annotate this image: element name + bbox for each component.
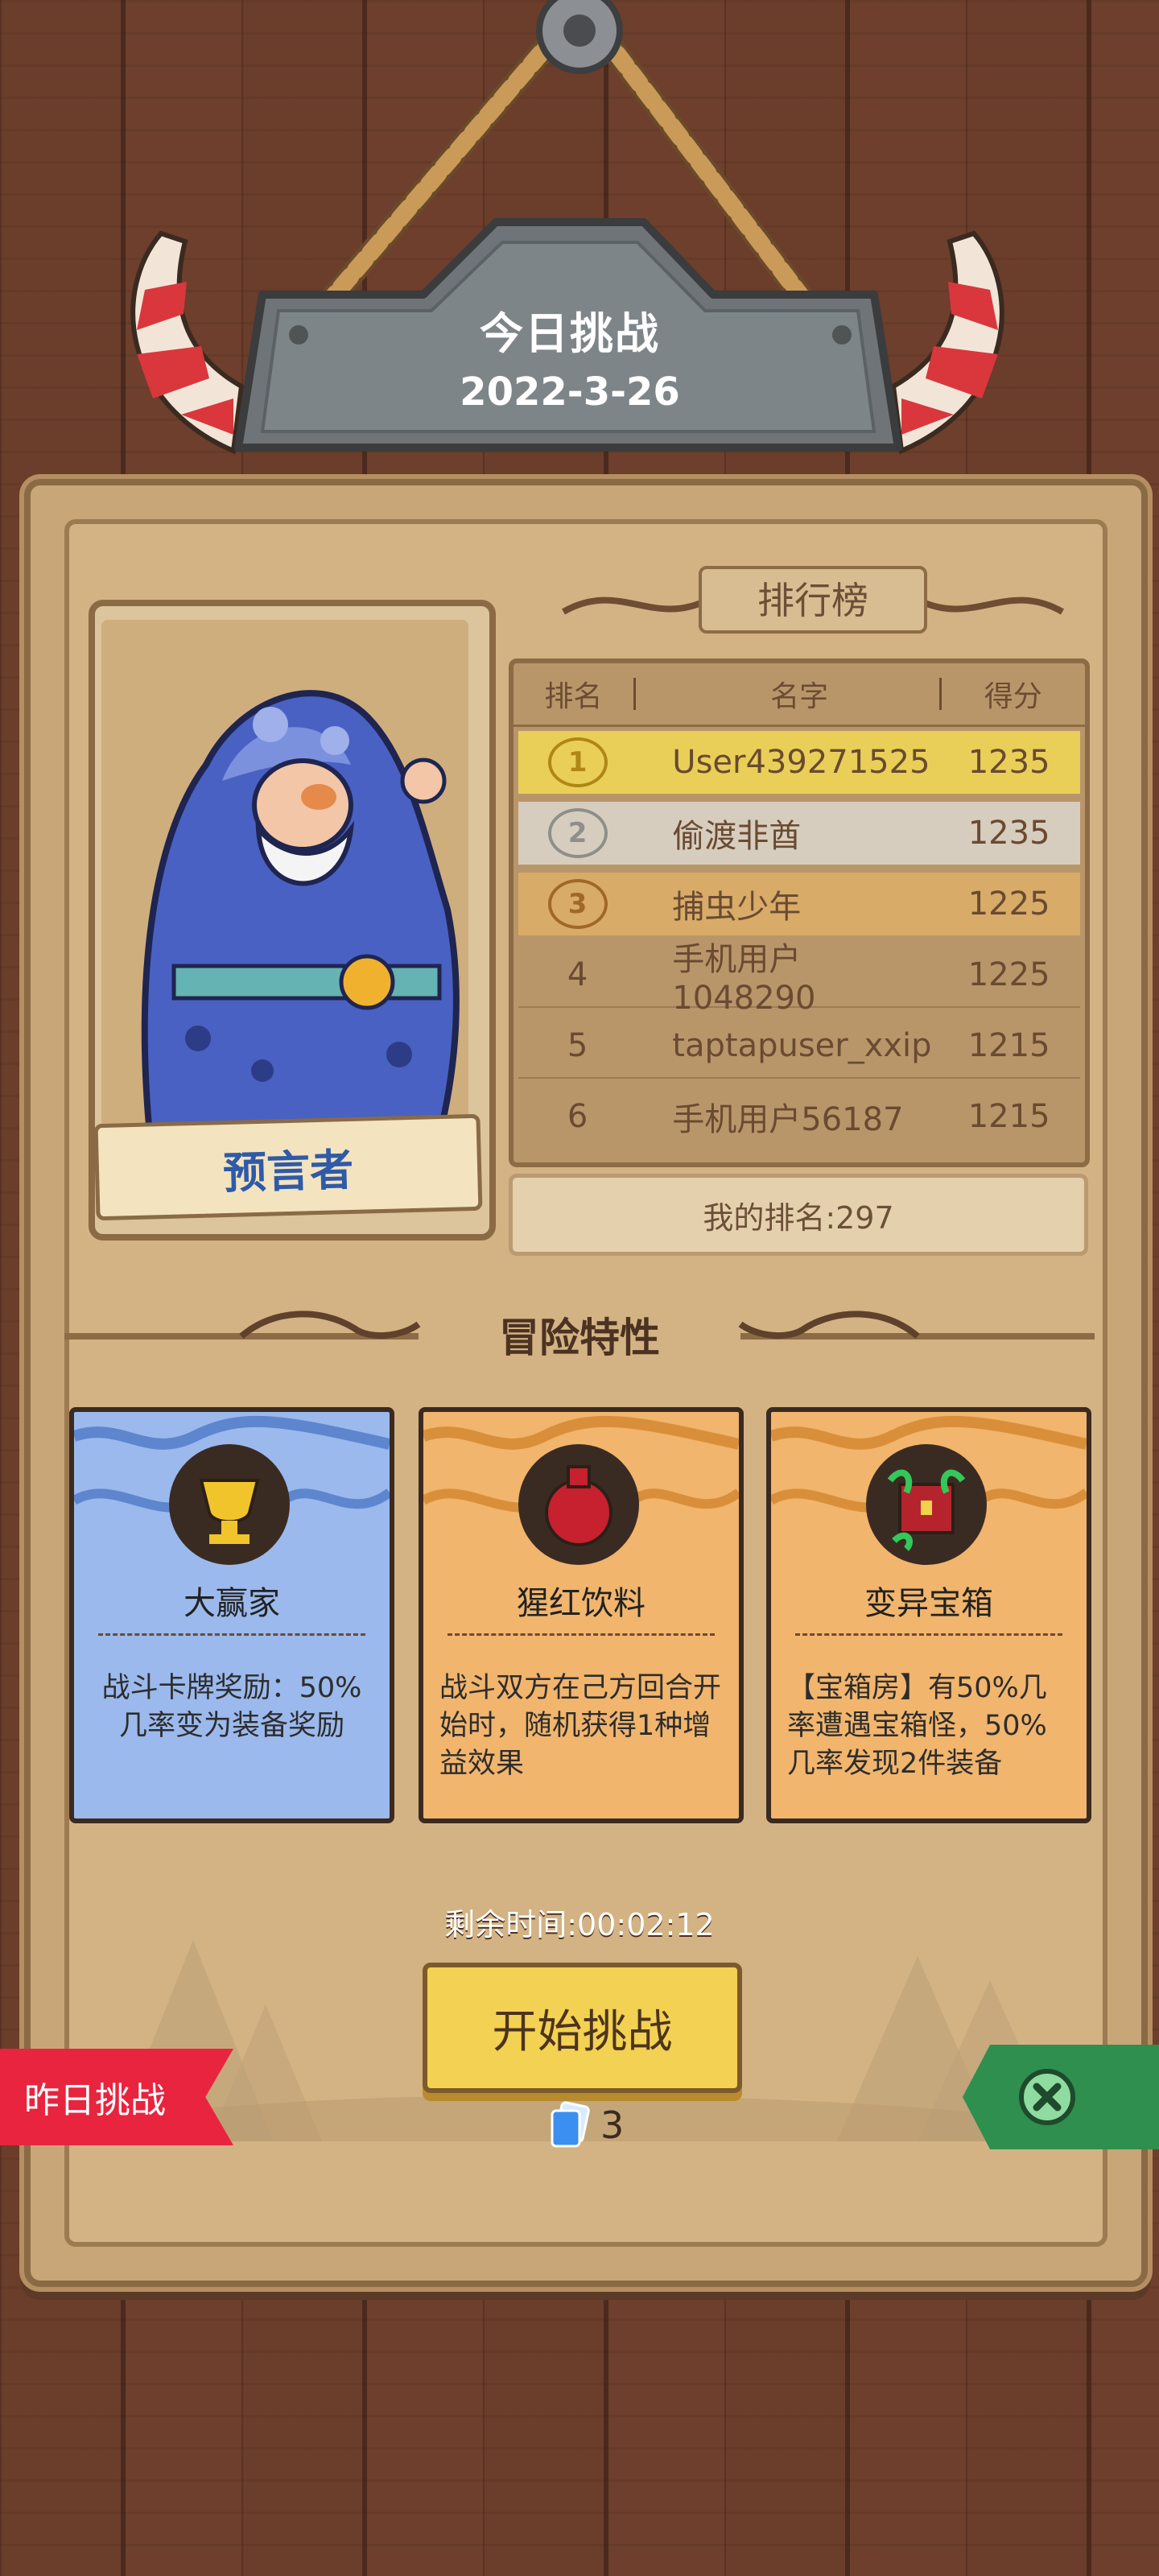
- challenge-tickets: 3: [547, 2101, 624, 2149]
- leaderboard-row: 5 taptapuser_xxip 1215: [518, 1014, 1080, 1079]
- leaderboard-title: 排行榜: [757, 579, 868, 622]
- player-score: 1235: [967, 815, 1050, 852]
- leaderboard-header: 排名 名字 得分: [514, 663, 1085, 727]
- trait-description: 战斗双方在己方回合开始时，随机获得1种增益效果: [439, 1672, 722, 1780]
- trait-card-mutant-chest[interactable]: 变异宝箱 【宝箱房】有50%几率遭遇宝箱怪，50%几率发现2件装备: [766, 1407, 1091, 1823]
- trait-divider: [795, 1633, 1062, 1636]
- section-ornament-right: [738, 1311, 1095, 1340]
- character-name-banner: 预言者: [93, 1113, 483, 1221]
- yesterday-challenge-button[interactable]: 昨日挑战: [0, 2049, 233, 2145]
- leaderboard-row: 2 偷渡非酋 1235: [518, 802, 1080, 865]
- player-score: 1225: [967, 956, 1050, 993]
- header-score: 得分: [984, 680, 1042, 713]
- leaderboard-table: 排名 名字 得分 1 User439271525 1235 2 偷渡非酋 123…: [509, 658, 1090, 1167]
- leaderboard-row: 3 捕虫少年 1225: [518, 873, 1080, 935]
- trait-card-scarlet-drink[interactable]: 猩红饮料 战斗双方在己方回合开始时，随机获得1种增益效果: [419, 1407, 744, 1823]
- challenge-date: 2022-3-26: [460, 369, 680, 415]
- player-score: 1235: [967, 744, 1050, 781]
- trait-divider: [98, 1633, 365, 1636]
- player-rank: 6: [567, 1098, 588, 1135]
- section-ornament-left: [64, 1311, 421, 1340]
- leaderboard-row: 1 User439271525 1235: [518, 731, 1080, 794]
- header-rank: 排名: [544, 680, 603, 713]
- ticket-cards-icon: [547, 2101, 592, 2149]
- player-name: 手机用户1048290: [672, 941, 816, 1017]
- bronze-medal-icon: 3: [547, 879, 608, 929]
- traits-section-title: 冒险特性: [499, 1315, 660, 1361]
- start-challenge-button[interactable]: 开始挑战: [423, 1963, 742, 2093]
- trait-name: 变异宝箱: [864, 1585, 993, 1622]
- trait-description: 战斗卡牌奖励：50%几率变为装备奖励: [101, 1672, 362, 1742]
- player-name: 偷渡非酋: [672, 818, 802, 855]
- close-icon[interactable]: [1017, 2067, 1077, 2127]
- player-rank: 5: [567, 1027, 588, 1064]
- player-name: 手机用户56187: [672, 1101, 904, 1138]
- player-score: 1225: [967, 886, 1050, 923]
- player-name: taptapuser_xxip: [672, 1027, 932, 1064]
- chest-icon: [866, 1444, 987, 1565]
- ticket-count: 3: [600, 2103, 625, 2147]
- player-name: 捕虫少年: [672, 889, 802, 926]
- trait-name: 猩红饮料: [517, 1585, 645, 1622]
- gold-medal-icon: 1: [547, 737, 608, 787]
- player-rank: 4: [567, 956, 588, 993]
- header-name: 名字: [770, 680, 829, 713]
- trait-description: 【宝箱房】有50%几率遭遇宝箱怪，50%几率发现2件装备: [787, 1672, 1047, 1780]
- my-rank: 我的排名:297: [509, 1174, 1088, 1256]
- challenge-title: 今日挑战: [480, 308, 660, 359]
- remaining-time: 剩余时间:00:02:12: [444, 1907, 715, 1942]
- challenge-sign-text: 今日挑战 2022-3-26: [230, 298, 909, 415]
- trait-name: 大赢家: [184, 1585, 280, 1622]
- player-score: 1215: [967, 1098, 1050, 1135]
- potion-icon: [518, 1444, 639, 1565]
- leaderboard-row: 6 手机用户56187 1215: [518, 1085, 1080, 1148]
- player-name: User439271525: [672, 744, 930, 781]
- trophy-icon: [169, 1444, 290, 1565]
- trait-card-big-winner[interactable]: 大赢家 战斗卡牌奖励：50%几率变为装备奖励: [69, 1407, 394, 1823]
- horn-decoration-left: [130, 230, 245, 455]
- trait-divider: [448, 1633, 715, 1636]
- wizard-character-art: [101, 620, 468, 1135]
- leaderboard-row: 4 手机用户1048290 1225: [518, 941, 1080, 1017]
- leaderboard-title-wrap: 排行榜: [555, 564, 1070, 636]
- player-score: 1215: [967, 1027, 1050, 1064]
- silver-medal-icon: 2: [547, 808, 608, 858]
